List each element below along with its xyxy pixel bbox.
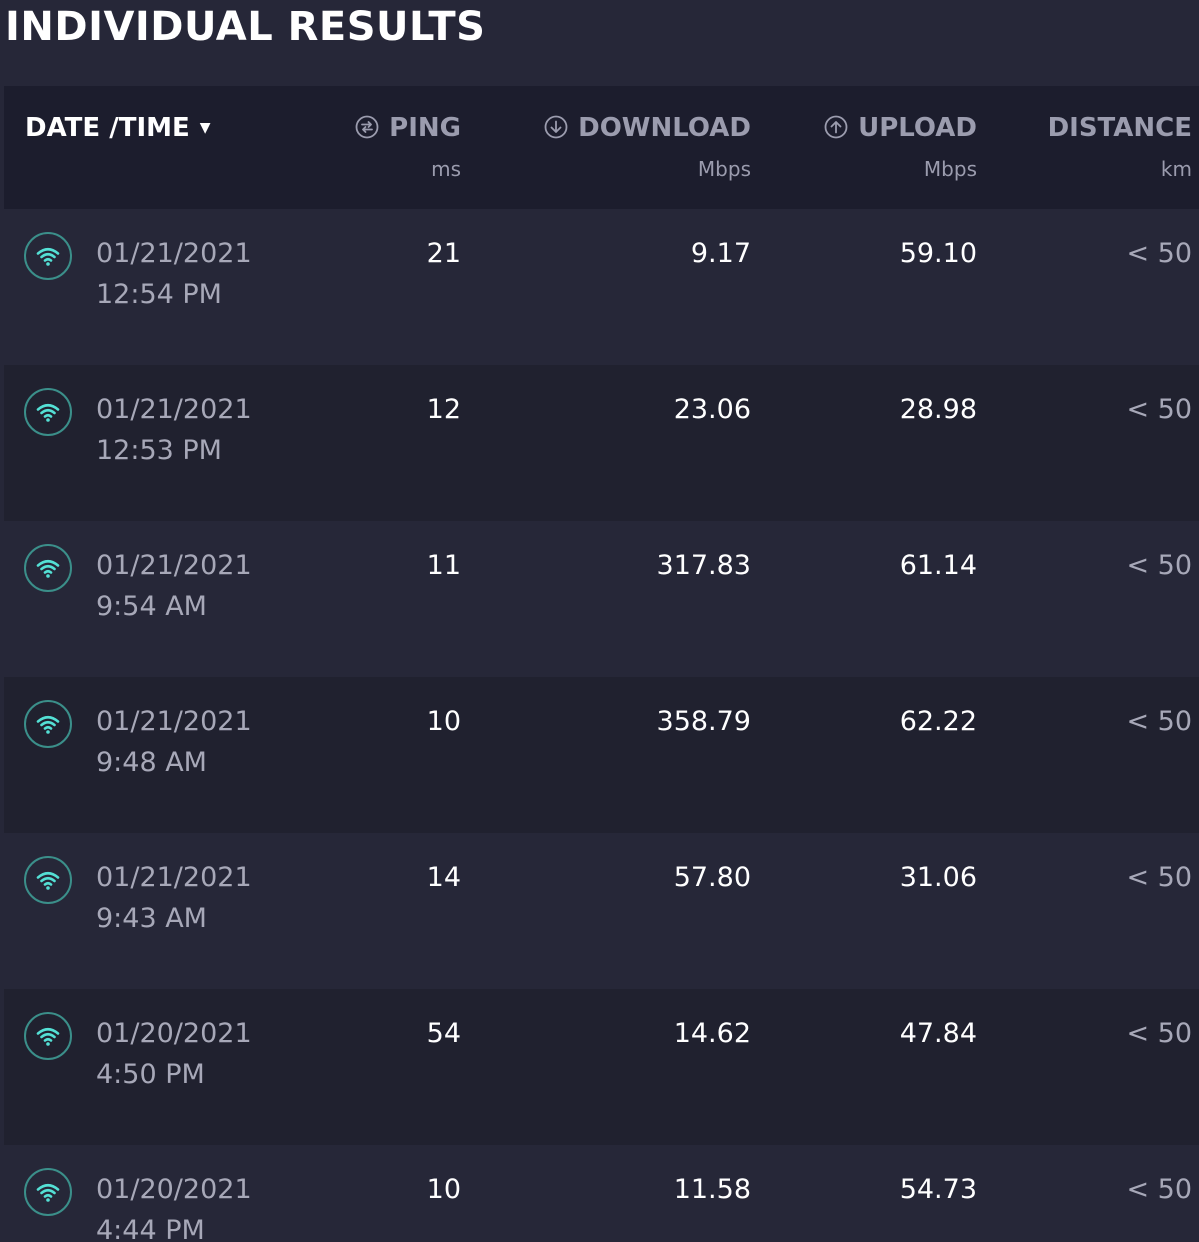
upload-unit: Mbps <box>923 157 977 181</box>
result-distance: < 50 <box>1126 1174 1192 1205</box>
result-date: 01/21/2021 <box>96 706 252 737</box>
result-ping: 14 <box>426 862 461 893</box>
ping-icon <box>355 115 379 139</box>
result-distance: < 50 <box>1126 1018 1192 1049</box>
result-datetime[interactable]: 01/21/2021 12:54 PM <box>96 233 252 315</box>
sort-caret-icon: ▼ <box>199 120 211 136</box>
column-header-download[interactable]: DOWNLOAD Mbps <box>474 86 751 209</box>
result-date: 01/21/2021 <box>96 862 252 893</box>
result-download: 9.17 <box>690 238 751 269</box>
results-table: DATE /TIME ▼ PING ms DOWNLOAD Mbps UPLOA… <box>4 86 1199 1242</box>
result-upload: 54.73 <box>899 1174 977 1205</box>
result-download: 23.06 <box>673 394 751 425</box>
result-time: 12:54 PM <box>96 279 222 310</box>
result-date: 01/21/2021 <box>96 394 252 425</box>
upload-label-wrap: UPLOAD <box>824 113 977 143</box>
result-download: 317.83 <box>656 550 751 581</box>
result-download: 358.79 <box>656 706 751 737</box>
column-header-ping[interactable]: PING ms <box>304 86 461 209</box>
result-time: 9:54 AM <box>96 591 207 622</box>
result-upload: 59.10 <box>899 238 977 269</box>
result-date: 01/21/2021 <box>96 238 252 269</box>
table-row[interactable]: 01/21/2021 9:48 AM 10 358.79 62.22 < 50 <box>4 677 1199 833</box>
result-upload: 47.84 <box>899 1018 977 1049</box>
result-datetime[interactable]: 01/21/2021 12:53 PM <box>96 389 252 471</box>
table-row[interactable]: 01/21/2021 12:54 PM 21 9.17 59.10 < 50 <box>4 209 1199 365</box>
result-upload: 62.22 <box>899 706 977 737</box>
distance-column-label: DISTANCE <box>1047 113 1192 143</box>
ping-column-label: PING <box>389 113 461 143</box>
column-header-distance[interactable]: DISTANCE km <box>994 86 1192 209</box>
wifi-icon[interactable] <box>24 700 72 748</box>
result-ping: 10 <box>426 1174 461 1205</box>
download-icon <box>544 115 568 139</box>
table-row[interactable]: 01/21/2021 9:54 AM 11 317.83 61.14 < 50 <box>4 521 1199 677</box>
result-time: 4:44 PM <box>96 1215 205 1242</box>
distance-unit: km <box>1160 157 1192 181</box>
table-header: DATE /TIME ▼ PING ms DOWNLOAD Mbps UPLOA… <box>4 86 1199 209</box>
result-distance: < 50 <box>1126 238 1192 269</box>
result-date: 01/20/2021 <box>96 1018 252 1049</box>
result-upload: 28.98 <box>899 394 977 425</box>
wifi-icon[interactable] <box>24 544 72 592</box>
table-row[interactable]: 01/20/2021 4:50 PM 54 14.62 47.84 < 50 <box>4 989 1199 1145</box>
result-upload: 61.14 <box>899 550 977 581</box>
result-time: 9:48 AM <box>96 747 207 778</box>
result-datetime[interactable]: 01/20/2021 4:50 PM <box>96 1013 252 1095</box>
wifi-icon[interactable] <box>24 388 72 436</box>
result-time: 4:50 PM <box>96 1059 205 1090</box>
table-row[interactable]: 01/21/2021 9:43 AM 14 57.80 31.06 < 50 <box>4 833 1199 989</box>
date-sort-control[interactable]: DATE /TIME ▼ <box>25 113 211 143</box>
result-distance: < 50 <box>1126 862 1192 893</box>
wifi-icon[interactable] <box>24 1012 72 1060</box>
result-distance: < 50 <box>1126 550 1192 581</box>
column-header-upload[interactable]: UPLOAD Mbps <box>764 86 977 209</box>
page-title: INDIVIDUAL RESULTS <box>5 4 486 50</box>
ping-unit: ms <box>431 157 461 181</box>
result-time: 12:53 PM <box>96 435 222 466</box>
result-upload: 31.06 <box>899 862 977 893</box>
table-body: 01/21/2021 12:54 PM 21 9.17 59.10 < 50 0… <box>4 209 1199 1242</box>
result-ping: 11 <box>426 550 461 581</box>
ping-label-wrap: PING <box>355 113 461 143</box>
wifi-icon[interactable] <box>24 1168 72 1216</box>
result-datetime[interactable]: 01/21/2021 9:43 AM <box>96 857 252 939</box>
result-distance: < 50 <box>1126 394 1192 425</box>
results-page: INDIVIDUAL RESULTS DATE /TIME ▼ PING ms … <box>0 0 1199 1242</box>
result-date: 01/21/2021 <box>96 550 252 581</box>
result-time: 9:43 AM <box>96 903 207 934</box>
result-ping: 54 <box>426 1018 461 1049</box>
result-ping: 10 <box>426 706 461 737</box>
result-datetime[interactable]: 01/21/2021 9:54 AM <box>96 545 252 627</box>
result-datetime[interactable]: 01/20/2021 4:44 PM <box>96 1169 252 1242</box>
result-ping: 12 <box>426 394 461 425</box>
upload-icon <box>824 115 848 139</box>
wifi-icon[interactable] <box>24 856 72 904</box>
result-download: 11.58 <box>673 1174 751 1205</box>
table-row[interactable]: 01/21/2021 12:53 PM 12 23.06 28.98 < 50 <box>4 365 1199 521</box>
result-download: 14.62 <box>673 1018 751 1049</box>
result-download: 57.80 <box>673 862 751 893</box>
result-distance: < 50 <box>1126 706 1192 737</box>
download-column-label: DOWNLOAD <box>578 113 751 143</box>
result-date: 01/20/2021 <box>96 1174 252 1205</box>
result-datetime[interactable]: 01/21/2021 9:48 AM <box>96 701 252 783</box>
wifi-icon[interactable] <box>24 232 72 280</box>
table-row[interactable]: 01/20/2021 4:44 PM 10 11.58 54.73 < 50 <box>4 1145 1199 1242</box>
date-column-label: DATE /TIME <box>25 113 190 143</box>
upload-column-label: UPLOAD <box>858 113 977 143</box>
download-label-wrap: DOWNLOAD <box>544 113 751 143</box>
result-ping: 21 <box>426 238 461 269</box>
download-unit: Mbps <box>697 157 751 181</box>
